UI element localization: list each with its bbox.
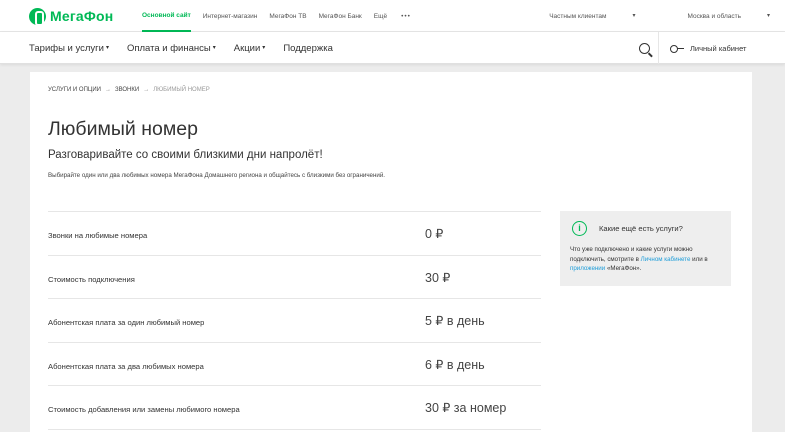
nav-item-label: Акции: [233, 42, 261, 54]
nav-item-payments[interactable]: Оплата и финансы ▾: [127, 43, 216, 54]
client-type-dropdown[interactable]: Частным клиентам ▾: [523, 12, 636, 20]
breadcrumb-calls[interactable]: Звонки: [115, 87, 139, 93]
table-row: Звонки на любимые номера 0 ₽: [48, 212, 541, 256]
price-value: 6 ₽ в день: [425, 357, 485, 372]
table-row: Стоимость подключения 30 ₽: [48, 256, 541, 299]
megafon-logo[interactable]: МегаФон: [29, 6, 113, 26]
price-value: 0 ₽: [425, 227, 444, 241]
top-bar: МегаФон Основной сайт Интернет-магазин М…: [0, 0, 785, 32]
nav-divider: [658, 32, 659, 64]
table-row: Абонентская плата за один любимый номер …: [48, 299, 541, 343]
key-icon: [670, 44, 684, 53]
price-label: Стоимость добавления или замены любимого…: [48, 405, 240, 414]
megafon-logo-icon: [29, 7, 46, 26]
nav-item-tariffs[interactable]: Тарифы и услуги ▾: [29, 43, 109, 54]
page-description: Выбирайте один или два любимых номера Ме…: [48, 172, 386, 179]
client-type-label: Частным клиентам: [549, 12, 607, 20]
price-label: Абонентская плата за один любимый номер: [48, 318, 205, 327]
breadcrumb: Услуги и опции → Звонки → Любимый номер: [48, 87, 210, 93]
nav-item-label: Тарифы и услуги: [29, 42, 104, 54]
app-link[interactable]: приложении: [570, 265, 605, 272]
region-label: Москва и область: [687, 12, 741, 20]
main-nav: Тарифы и услуги ▾ Оплата и финансы ▾ Акции…: [0, 32, 785, 64]
breadcrumb-arrow-icon: →: [104, 87, 111, 93]
chevron-down-icon: ▾: [632, 13, 636, 20]
top-link-megafon-bank[interactable]: МегаФон Банк: [319, 13, 362, 20]
region-dropdown[interactable]: Москва и область ▾: [661, 12, 770, 20]
logo-text: МегаФон: [50, 8, 114, 24]
price-label: Звонки на любимые номера: [48, 231, 148, 240]
info-title: Какие ещё есть услуги?: [599, 224, 683, 233]
breadcrumb-services[interactable]: Услуги и опции: [48, 87, 101, 93]
nav-item-label: Оплата и финансы: [126, 42, 211, 54]
chevron-down-icon: ▾: [212, 45, 216, 52]
top-link-more[interactable]: Ещё •••: [374, 13, 423, 20]
info-box: i Какие ещё есть услуги? Что уже подключ…: [560, 211, 731, 286]
chevron-down-icon: ▾: [262, 45, 266, 52]
main-nav-items: Тарифы и услуги ▾ Оплата и финансы ▾ Акции…: [29, 32, 351, 64]
price-value: 30 ₽ за номер: [425, 401, 507, 415]
table-row: Стоимость добавления или замены любимого…: [48, 386, 541, 430]
search-button[interactable]: [631, 32, 658, 64]
page-subtitle: Разговаривайте со своими близкими дни на…: [48, 149, 323, 161]
price-label: Абонентская плата за два любимых номера: [48, 361, 204, 371]
content-card: Услуги и опции → Звонки → Любимый номер …: [30, 72, 752, 432]
top-link-main-site[interactable]: Основной сайт: [142, 0, 191, 32]
table-row: Абонентская плата за два любимых номера …: [48, 343, 541, 386]
page-title: Любимый номер: [48, 118, 198, 140]
price-value: 30 ₽: [425, 270, 451, 285]
top-links: Основной сайт Интернет-магазин МегаФон Т…: [142, 0, 435, 32]
info-text-part: «МегаФон».: [606, 265, 642, 272]
info-text-part: или в: [692, 255, 708, 263]
top-link-megafon-tv[interactable]: МегаФон ТВ: [269, 13, 306, 20]
breadcrumb-current: Любимый номер: [153, 87, 210, 93]
top-link-online-shop[interactable]: Интернет-магазин: [203, 13, 258, 20]
price-value: 5 ₽ в день: [425, 314, 485, 328]
nav-item-support[interactable]: Поддержка: [283, 43, 333, 54]
price-table: Звонки на любимые номера 0 ₽ Стоимость п…: [48, 211, 541, 430]
more-label: Ещё: [373, 12, 388, 20]
info-text: Что уже подключено и какие услуги можно …: [570, 245, 725, 274]
personal-cabinet-label: Личный кабинет: [690, 43, 747, 53]
chevron-down-icon: ▾: [105, 45, 109, 52]
chevron-down-icon: ▾: [766, 13, 770, 20]
top-right-menu: Частным клиентам ▾ Москва и область ▾: [497, 0, 770, 32]
personal-cabinet-button[interactable]: Личный кабинет: [670, 32, 746, 64]
breadcrumb-arrow-icon: →: [143, 87, 150, 93]
price-label: Стоимость подключения: [48, 274, 135, 284]
info-icon: i: [572, 221, 587, 236]
more-dots-icon: •••: [401, 12, 411, 20]
nav-item-promotions[interactable]: Акции ▾: [234, 43, 266, 54]
search-icon: [639, 42, 650, 54]
personal-cabinet-link[interactable]: Личном кабинете: [641, 256, 691, 263]
